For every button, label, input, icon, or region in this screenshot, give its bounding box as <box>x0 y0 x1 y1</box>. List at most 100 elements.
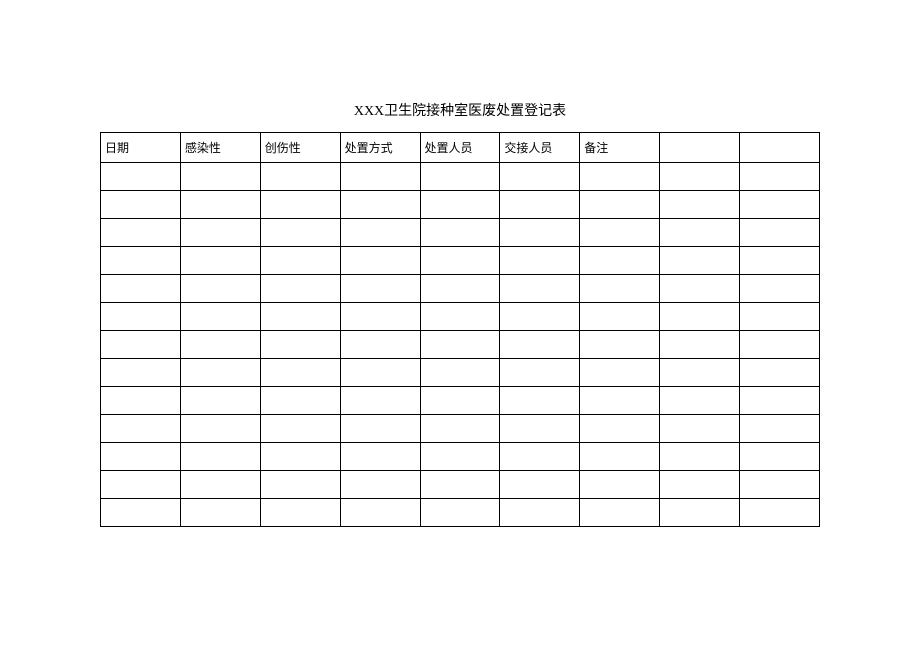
table-cell <box>580 331 660 359</box>
table-cell <box>500 443 580 471</box>
table-cell <box>660 443 740 471</box>
header-extra-1 <box>660 133 740 163</box>
table-cell <box>260 191 340 219</box>
registration-table: 日期 感染性 创伤性 处置方式 处置人员 交接人员 备注 <box>100 132 820 527</box>
table-cell <box>101 415 181 443</box>
table-cell <box>180 219 260 247</box>
table-cell <box>420 303 500 331</box>
table-cell <box>580 219 660 247</box>
table-cell <box>420 359 500 387</box>
table-cell <box>660 191 740 219</box>
table-row <box>101 387 820 415</box>
table-cell <box>260 415 340 443</box>
table-cell <box>101 219 181 247</box>
table-cell <box>580 303 660 331</box>
table-cell <box>660 331 740 359</box>
table-cell <box>500 247 580 275</box>
table-cell <box>500 499 580 527</box>
table-cell <box>500 387 580 415</box>
table-cell <box>580 275 660 303</box>
table-row <box>101 275 820 303</box>
table-cell <box>420 191 500 219</box>
table-cell <box>101 275 181 303</box>
table-cell <box>101 471 181 499</box>
table-row <box>101 331 820 359</box>
table-row <box>101 359 820 387</box>
table-cell <box>740 191 820 219</box>
table-cell <box>340 415 420 443</box>
table-cell <box>660 275 740 303</box>
table-cell <box>740 331 820 359</box>
table-cell <box>740 387 820 415</box>
table-cell <box>740 443 820 471</box>
table-cell <box>180 191 260 219</box>
table-cell <box>340 163 420 191</box>
table-cell <box>740 219 820 247</box>
table-cell <box>500 303 580 331</box>
table-cell <box>101 163 181 191</box>
table-cell <box>180 331 260 359</box>
table-cell <box>740 471 820 499</box>
table-cell <box>740 303 820 331</box>
table-body <box>101 163 820 527</box>
document-title: XXX卫生院接种室医废处置登记表 <box>100 100 820 120</box>
table-cell <box>740 359 820 387</box>
table-cell <box>740 499 820 527</box>
table-cell <box>660 499 740 527</box>
table-cell <box>180 303 260 331</box>
table-cell <box>500 415 580 443</box>
table-cell <box>660 247 740 275</box>
table-cell <box>101 387 181 415</box>
table-row <box>101 471 820 499</box>
table-row <box>101 499 820 527</box>
table-cell <box>420 443 500 471</box>
table-cell <box>101 191 181 219</box>
table-cell <box>580 499 660 527</box>
table-cell <box>340 443 420 471</box>
table-cell <box>580 443 660 471</box>
table-cell <box>340 387 420 415</box>
table-cell <box>420 415 500 443</box>
table-cell <box>180 163 260 191</box>
table-cell <box>740 163 820 191</box>
table-cell <box>660 471 740 499</box>
table-cell <box>260 331 340 359</box>
table-cell <box>340 359 420 387</box>
table-cell <box>580 471 660 499</box>
header-disposal-person: 处置人员 <box>420 133 500 163</box>
table-cell <box>660 163 740 191</box>
table-row <box>101 163 820 191</box>
table-row <box>101 191 820 219</box>
table-cell <box>420 275 500 303</box>
table-cell <box>500 219 580 247</box>
table-cell <box>580 191 660 219</box>
table-cell <box>500 331 580 359</box>
table-cell <box>101 303 181 331</box>
table-cell <box>260 219 340 247</box>
table-cell <box>580 415 660 443</box>
header-extra-2 <box>740 133 820 163</box>
header-handover-person: 交接人员 <box>500 133 580 163</box>
table-cell <box>260 471 340 499</box>
table-cell <box>340 303 420 331</box>
table-cell <box>740 247 820 275</box>
table-cell <box>660 415 740 443</box>
table-cell <box>260 387 340 415</box>
table-cell <box>740 415 820 443</box>
table-cell <box>500 359 580 387</box>
table-cell <box>740 275 820 303</box>
table-cell <box>260 163 340 191</box>
table-cell <box>340 331 420 359</box>
table-cell <box>260 247 340 275</box>
table-cell <box>420 247 500 275</box>
table-cell <box>580 163 660 191</box>
table-cell <box>180 275 260 303</box>
table-cell <box>580 387 660 415</box>
table-cell <box>180 359 260 387</box>
table-cell <box>260 303 340 331</box>
table-cell <box>340 219 420 247</box>
header-disposal-method: 处置方式 <box>340 133 420 163</box>
table-cell <box>180 443 260 471</box>
document-page: XXX卫生院接种室医废处置登记表 日期 感染性 创伤性 处置方式 处置人员 交接… <box>0 0 920 527</box>
table-cell <box>660 387 740 415</box>
